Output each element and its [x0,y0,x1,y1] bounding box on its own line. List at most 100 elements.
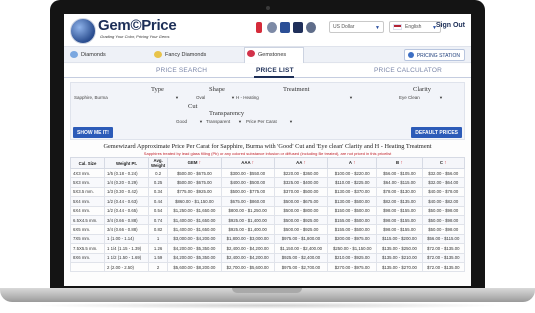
grid-icon[interactable] [280,22,290,33]
table-cell: $32.00 - $64.00 [421,177,466,188]
column-header-label: AAA [241,160,251,165]
cut-select[interactable]: Good [176,119,187,124]
transparency-select[interactable]: Transparent [206,119,230,124]
category-bar: Diamonds Fancy Diamonds Gemstones PRICIN… [64,46,471,63]
table-cell: $72.00 - $135.00 [421,261,466,273]
chevron-down-icon: ▼ [231,95,235,100]
table-cell: $135.00 - $210.00 [376,252,423,263]
table-cell: $4,200.00 - $5,350.00 [167,252,222,263]
tab-price-search[interactable]: PRICE SEARCH [156,67,207,74]
sign-out-link[interactable]: Sign Out [436,22,465,29]
pricing-station-button[interactable]: PRICING STATION [403,49,465,61]
pin-icon[interactable] [256,22,262,33]
tab-price-calculator[interactable]: PRICE CALCULATOR [374,67,442,74]
table-cell: 6X5 mm. [70,224,105,235]
show-me-button[interactable]: SHOW ME IT! [73,127,113,138]
table-cell: $135.00 - $270.00 [376,261,423,273]
table-cell: $860.00 - $1,150.00 [167,196,222,207]
table-cell: $1,400.00 - $1,650.00 [167,224,222,235]
table-cell: $150.00 - $500.00 [327,205,378,216]
column-header-label: C [439,160,443,165]
tab-diamonds[interactable]: Diamonds [68,49,110,61]
table-cell: $50.00 - $98.00 [421,214,466,226]
diamond-icon [70,51,78,58]
table-cell: $82.00 - $135.00 [376,196,423,207]
table-cell: $500.00 - $675.00 [167,167,222,179]
language-value: English [405,24,422,30]
table-row: 5X4 mm. 1/2 (0.44 - 0.63) 0.44 $860.00 - $1… [70,196,466,207]
table-cell: $1,800.00 - $3,000.00 [220,233,275,245]
table-cell: 7.5X5.5 mm. [70,243,105,254]
table-cell: 0.44 [147,196,169,207]
grade-header-b[interactable]: B ↑ [376,157,423,169]
table-cell: $220.00 - $360.00 [273,167,329,179]
default-prices-button[interactable]: DEFAULT PRICES [411,127,462,138]
table-cell: $64.00 - $115.00 [376,177,423,188]
table-cell: $98.00 - $155.00 [376,214,423,226]
column-header[interactable]: Weight Pt. [104,157,149,169]
currency-select[interactable]: US Dollar ▼ [329,21,384,33]
table-cell: 0.54 [147,205,169,216]
table-cell: 7X5 mm. [70,233,105,245]
table-cell: $50.00 - $98.00 [421,224,466,235]
column-header-label: A [348,160,352,165]
chevron-down-icon: ▼ [199,119,203,124]
column-header-label: GEM [187,160,198,165]
table-cell: 4X3 mm. [70,167,105,179]
sort-arrow-icon[interactable]: ↑ [444,160,447,166]
tab-gemstones[interactable]: Gemstones [244,47,304,63]
tab-fancy-diamonds[interactable]: Fancy Diamonds [152,49,210,61]
sort-arrow-icon[interactable]: ↑ [400,160,403,166]
type-label: Type [151,86,164,93]
table-cell: $50.00 - $98.00 [421,205,466,216]
shape-select[interactable]: Oval [196,95,205,100]
table-row: 4X3 mm. 1/5 (0.18 - 0.24) 0.2 $500.00 - $67… [70,167,466,179]
table-cell: $500.00 - $775.00 [220,186,275,198]
table-row: 6X4 mm. 1/2 (0.44 - 0.65) 0.54 $1,250.00 - … [70,205,466,216]
table-cell: 1.59 [147,252,169,263]
help-icon[interactable] [306,22,316,33]
laptop-frame: Gem©Price Grading Your Color, Pricing Yo… [50,0,485,290]
gemstone-icon [247,50,255,57]
logo-text[interactable]: Gem©Price [98,17,177,34]
table-cell: $500.00 - $925.00 [273,224,329,235]
table-cell: 2 [147,261,169,273]
grade-header-aaa[interactable]: AAA ↑ [220,157,275,169]
grade-header-a[interactable]: A ↑ [327,157,378,169]
treatment-label: Treatment [283,86,310,93]
grade-header-aa[interactable]: AA ↑ [273,157,329,169]
table-cell: 5X3 mm. [70,177,105,188]
language-select[interactable]: English ▼ [389,21,441,33]
sort-arrow-icon[interactable]: ↑ [199,160,202,166]
price-basis-select[interactable]: Price Per Carat [246,119,277,124]
table-cell: $98.00 - $155.00 [376,224,423,235]
grade-header-gem[interactable]: GEM ↑ [167,157,222,169]
type-select[interactable]: Sapphire, Burma [74,95,108,100]
tab-price-list[interactable]: PRICE LIST [256,67,294,74]
table-cell: 1/4 (0.20 - 0.29) [104,177,149,188]
shape-label: Shape [209,86,225,93]
table-cell: $975.00 - $2,700.00 [273,261,329,273]
sort-arrow-icon[interactable]: ↑ [252,160,255,166]
monitor-icon[interactable] [293,22,303,33]
table-cell: $500.00 - $925.00 [273,214,329,226]
gem-logo-icon[interactable] [70,18,96,44]
table-cell: $500.00 - $675.00 [167,177,222,188]
treatment-select[interactable]: H - Heating [236,95,259,100]
table-cell: $40.00 - $78.00 [421,186,466,198]
gear-icon[interactable] [267,22,277,33]
clarity-select[interactable]: Eye Clean [399,95,420,100]
fancy-diamond-icon [154,51,162,58]
cut-label: Cut [188,103,198,110]
chevron-down-icon: ▼ [238,119,242,124]
table-cell: $400.00 - $500.00 [220,177,275,188]
sort-arrow-icon[interactable]: ↑ [303,160,306,166]
table-cell: $925.00 - $1,400.00 [220,224,275,235]
table-cell: $675.00 - $860.00 [220,196,275,207]
grade-header-c[interactable]: C ↑ [421,157,466,169]
table-cell: $155.00 - $500.00 [327,224,378,235]
chevron-down-icon: ▼ [289,119,293,124]
table-cell: $370.00 - $500.00 [273,186,329,198]
sort-arrow-icon[interactable]: ↑ [353,160,356,166]
active-tab-indicator [254,76,294,78]
